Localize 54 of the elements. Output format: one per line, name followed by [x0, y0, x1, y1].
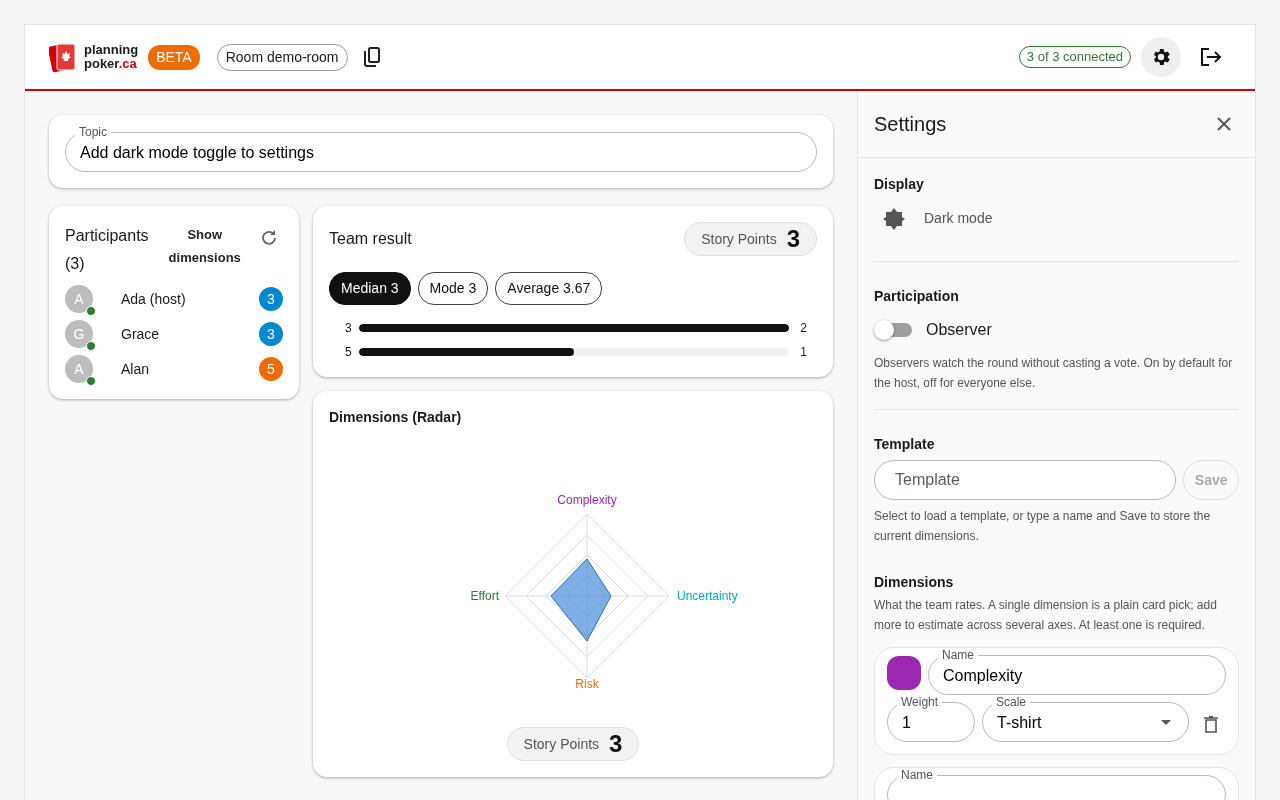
vote-count: 1 — [800, 344, 807, 361]
beta-badge: BETA — [148, 44, 200, 70]
help-text: Select to load a template, or type a name and Save to store the current dimensions. — [874, 508, 1212, 546]
axis-label: Effort — [470, 588, 499, 605]
card-title: Dimensions (Radar) — [329, 408, 462, 427]
caret-icon — [1161, 720, 1171, 726]
help-text: What the team rates. A single dimension is a plain card pick; add more to estimate across several axes. At least one is required. — [874, 597, 1218, 635]
vote-badge: 5 — [259, 357, 283, 381]
story-points-chip: Story Points 3 — [506, 727, 640, 761]
logo-text: planning — [84, 43, 139, 57]
stat-chip[interactable]: Median 3 — [329, 272, 411, 305]
close-icon — [1217, 117, 1231, 131]
participant-name: Grace — [121, 324, 161, 344]
axis-label: Complexity — [557, 492, 617, 509]
template-field[interactable]: Template — [874, 460, 1177, 501]
section-heading: Display — [874, 176, 925, 193]
section-heading: Template — [874, 435, 936, 453]
avatar: A — [65, 355, 93, 383]
stat-chip[interactable]: Mode 3 — [417, 272, 489, 305]
participant-name: Alan — [121, 359, 151, 379]
logout-icon — [1200, 47, 1222, 67]
field-label: Topic — [75, 125, 111, 139]
card-value: 3 — [345, 320, 352, 337]
card-value: 5 — [345, 344, 352, 361]
refresh-icon — [260, 229, 277, 245]
panel-title: Settings — [874, 112, 947, 137]
field-label: Weight — [897, 695, 943, 710]
axis-label: Risk — [575, 676, 599, 693]
vote-badge: 3 — [259, 322, 283, 346]
avatar: G — [65, 320, 93, 348]
copy-icon — [361, 47, 380, 67]
section-heading: Dimensions — [874, 574, 955, 592]
vote-count: 2 — [800, 320, 807, 337]
settings-button[interactable] — [1141, 37, 1181, 77]
avatar: A — [65, 285, 93, 313]
card-title: Team result — [329, 229, 412, 249]
color-swatch[interactable] — [887, 656, 921, 691]
section-heading: Participation — [874, 287, 960, 305]
participants-title: Participants (3) — [65, 226, 150, 274]
participant-name: Ada (host) — [121, 289, 187, 309]
observer-switch[interactable] — [876, 322, 912, 337]
axis-label: Uncertainty — [677, 588, 738, 605]
show-dimensions-button[interactable]: Show dimensions — [161, 222, 249, 270]
dark-mode-item[interactable]: Dark mode — [874, 200, 1001, 237]
room-chip: Room demo-room — [216, 43, 348, 71]
switch-label: Observer — [926, 319, 992, 340]
stat-chip[interactable]: Average 3.67 — [495, 272, 603, 305]
vote-badge: 3 — [259, 287, 283, 311]
brightness-icon — [882, 206, 906, 231]
story-points-chip: Story Points 3 — [684, 222, 817, 256]
trash-icon — [1204, 715, 1218, 733]
help-text: Observers watch the round without casting a vote. On by default for the host, off for everyone else. — [874, 354, 1234, 392]
logo-icon — [49, 41, 77, 73]
logo-text: poker.ca — [84, 57, 137, 71]
